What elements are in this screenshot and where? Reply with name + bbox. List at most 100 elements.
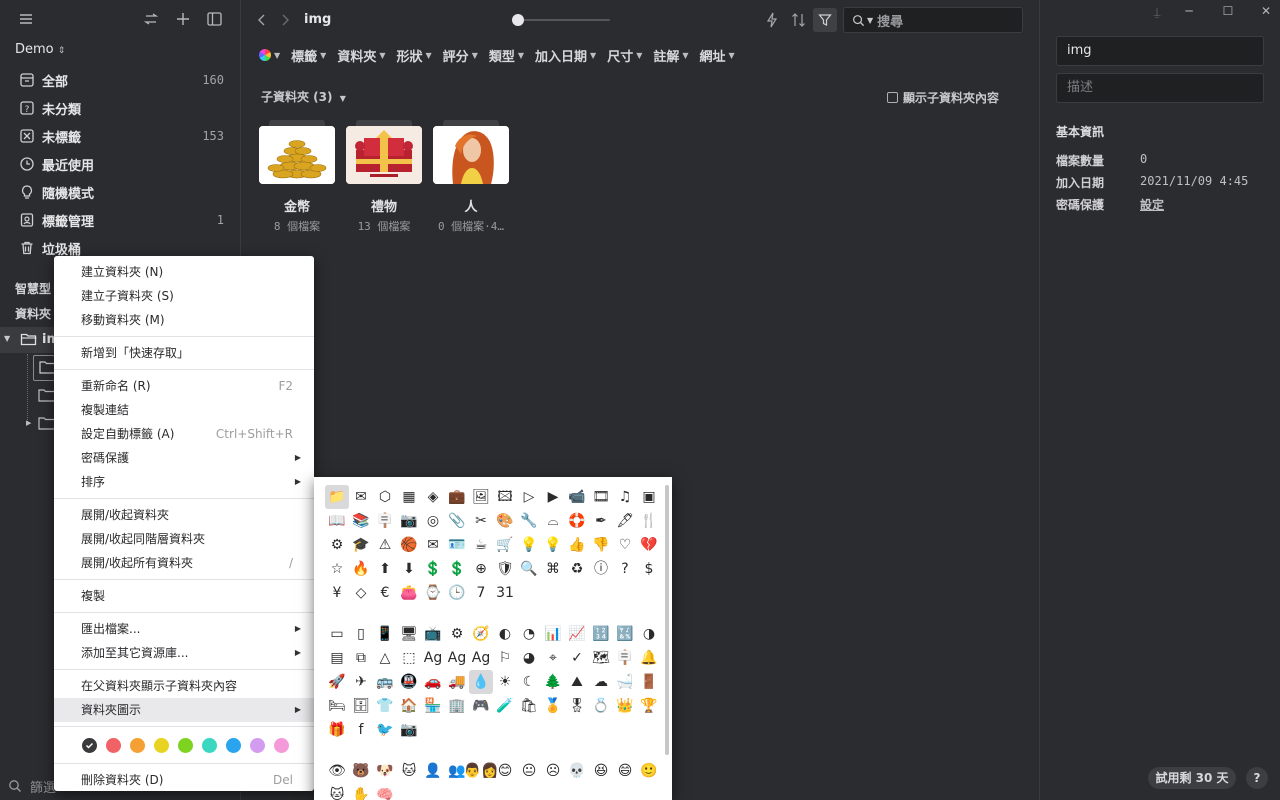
- folder-icon-option[interactable]: 🪧: [373, 509, 397, 533]
- folder-icon-option[interactable]: Ag: [445, 646, 469, 670]
- help-button[interactable]: ?: [1246, 767, 1268, 789]
- folder-icon-option[interactable]: ⚐: [493, 646, 517, 670]
- folder-icon-option[interactable]: ⊕: [469, 557, 493, 581]
- color-swatch[interactable]: [106, 737, 121, 753]
- folder-icon-option[interactable]: ◇: [349, 581, 373, 605]
- folder-icon-option[interactable]: ♡: [613, 533, 637, 557]
- folder-icon-option[interactable]: ▣: [637, 485, 661, 509]
- folder-icon-option[interactable]: €: [373, 581, 397, 605]
- folder-icon-option[interactable]: 🚌: [373, 670, 397, 694]
- folder-icon-option[interactable]: ☕: [469, 533, 493, 557]
- context-menu-item[interactable]: 複製: [54, 584, 314, 608]
- folder-icon-option[interactable]: ✉: [349, 485, 373, 509]
- folder-icon-option[interactable]: ⚙: [445, 622, 469, 646]
- folder-icon-option[interactable]: ⓘ: [589, 557, 613, 581]
- folder-icon-option[interactable]: ♫: [613, 485, 637, 509]
- sidebar-item-random[interactable]: 隨機模式: [0, 178, 241, 206]
- folder-icon-option[interactable]: ✂: [469, 509, 493, 533]
- folder-icon-option[interactable]: ☁: [589, 670, 613, 694]
- folder-icon-option[interactable]: Ag: [421, 646, 445, 670]
- folder-icon-option[interactable]: 💍: [589, 694, 613, 718]
- folder-icon-option[interactable]: ⌚: [421, 581, 445, 605]
- folder-icon-option[interactable]: 🛍: [517, 694, 541, 718]
- color-swatch[interactable]: [154, 737, 169, 753]
- zoom-slider[interactable]: [512, 14, 612, 26]
- search-input[interactable]: ▼ 搜尋: [843, 7, 1023, 33]
- folder-icon-option[interactable]: ⚠: [373, 533, 397, 557]
- folder-icon-option[interactable]: 🙂: [637, 759, 661, 783]
- sort-icon[interactable]: [791, 12, 807, 28]
- context-menu-item[interactable]: 展開/收起資料夾: [54, 503, 314, 527]
- folder-icon-option[interactable]: 31: [493, 581, 517, 605]
- folder-icon-option[interactable]: ▷: [517, 485, 541, 509]
- folder-icon-option[interactable]: 📈: [565, 622, 589, 646]
- folder-icon-option[interactable]: 🔔: [637, 646, 661, 670]
- toggle-panel-icon[interactable]: [207, 12, 223, 28]
- folder-icon-option[interactable]: 🪪: [445, 533, 469, 557]
- folder-icon-option[interactable]: ◈: [421, 485, 445, 509]
- folder-icon-option[interactable]: 📱: [373, 622, 397, 646]
- folder-icon-option[interactable]: ⬡: [373, 485, 397, 509]
- context-menu-item[interactable]: 密碼保護 ▶: [54, 446, 314, 470]
- sync-icon[interactable]: [144, 12, 160, 28]
- context-menu-item[interactable]: 資料夾圖示 ▶: [54, 698, 314, 722]
- context-menu-item[interactable]: 設定自動標籤 (A) Ctrl+Shift+R: [54, 422, 314, 446]
- color-swatch-default-checked[interactable]: [82, 737, 97, 753]
- folder-icon-option[interactable]: 📚: [349, 509, 373, 533]
- minimize-icon[interactable]: ─: [1179, 4, 1199, 18]
- folder-icon-option[interactable]: 👛: [397, 581, 421, 605]
- subfolders-header[interactable]: 子資料夾 (3) ▼: [261, 88, 346, 105]
- folder-icon-option[interactable]: 🧪: [493, 694, 517, 718]
- folder-icon-option[interactable]: 🪧: [613, 646, 637, 670]
- folder-icon-option[interactable]: 🕒: [445, 581, 469, 605]
- folder-icon-option[interactable]: 📺: [421, 622, 445, 646]
- folder-icon-option[interactable]: 👎: [589, 533, 613, 557]
- folder-icon-option[interactable]: 🏀: [397, 533, 421, 557]
- pin-icon[interactable]: ⍊: [1147, 5, 1167, 20]
- subfolder-card[interactable]: 禮物 13 個檔案: [346, 120, 422, 234]
- folder-icon-option[interactable]: 🍴: [637, 509, 661, 533]
- folder-icon-option[interactable]: ▦: [397, 485, 421, 509]
- folder-icon-option[interactable]: ⬚: [397, 646, 421, 670]
- folder-icon-option[interactable]: 📷: [397, 509, 421, 533]
- folder-icon-option[interactable]: 👍: [565, 533, 589, 557]
- folder-icon-option[interactable]: 🚗: [421, 670, 445, 694]
- folder-icon-option[interactable]: ◕: [517, 646, 541, 670]
- folder-icon-option[interactable]: 😐: [517, 759, 541, 783]
- color-swatch[interactable]: [178, 737, 193, 753]
- folder-icon-option[interactable]: 👤: [421, 759, 445, 783]
- color-swatch[interactable]: [250, 737, 265, 753]
- folder-icon-option[interactable]: 🛒: [493, 533, 517, 557]
- library-switcher[interactable]: Demo ⇕: [15, 42, 65, 57]
- folder-icon-option[interactable]: 😄: [613, 759, 637, 783]
- folder-icon-option[interactable]: $: [637, 557, 661, 581]
- folder-icon-option[interactable]: ¥: [325, 581, 349, 605]
- folder-icon-option[interactable]: ⚙: [325, 533, 349, 557]
- folder-icon-option[interactable]: ⌖: [541, 646, 565, 670]
- folder-icon-option[interactable]: ⬆: [373, 557, 397, 581]
- delete-folder-item[interactable]: 刪除資料夾 (D) Del: [54, 768, 314, 792]
- folder-icon-option[interactable]: 🖥: [397, 622, 421, 646]
- folder-icon-option[interactable]: ▭: [325, 622, 349, 646]
- folder-icon-option[interactable]: 🎖: [565, 694, 589, 718]
- folder-icon-option[interactable]: 🖾: [493, 485, 517, 509]
- folders-header[interactable]: 資料夾: [15, 305, 51, 322]
- folder-icon-option[interactable]: 💲: [421, 557, 445, 581]
- folder-name-field[interactable]: img: [1056, 36, 1264, 66]
- folder-icon-option[interactable]: 📊: [541, 622, 565, 646]
- zoom-slider-handle[interactable]: [512, 14, 524, 26]
- folder-icon-option[interactable]: ◐: [493, 622, 517, 646]
- folder-icon-option[interactable]: 🎨: [493, 509, 517, 533]
- filter-tags[interactable]: 標籤 ▼: [291, 46, 326, 65]
- folder-icon-option[interactable]: 📁: [325, 485, 349, 509]
- folder-icon-option[interactable]: ◎: [421, 509, 445, 533]
- folder-icon-option[interactable]: ⛰: [565, 670, 589, 694]
- description-field[interactable]: 描述: [1056, 73, 1264, 103]
- checkbox[interactable]: [886, 92, 898, 103]
- folder-icon-option[interactable]: 🔍: [517, 557, 541, 581]
- folder-icon-option[interactable]: 🏢: [445, 694, 469, 718]
- filter-icon[interactable]: [813, 8, 837, 32]
- context-menu-item[interactable]: 排序 ▶: [54, 470, 314, 494]
- context-menu-item[interactable]: 匯出檔案... ▶: [54, 617, 314, 641]
- folder-icon-option[interactable]: 🐱: [325, 783, 349, 800]
